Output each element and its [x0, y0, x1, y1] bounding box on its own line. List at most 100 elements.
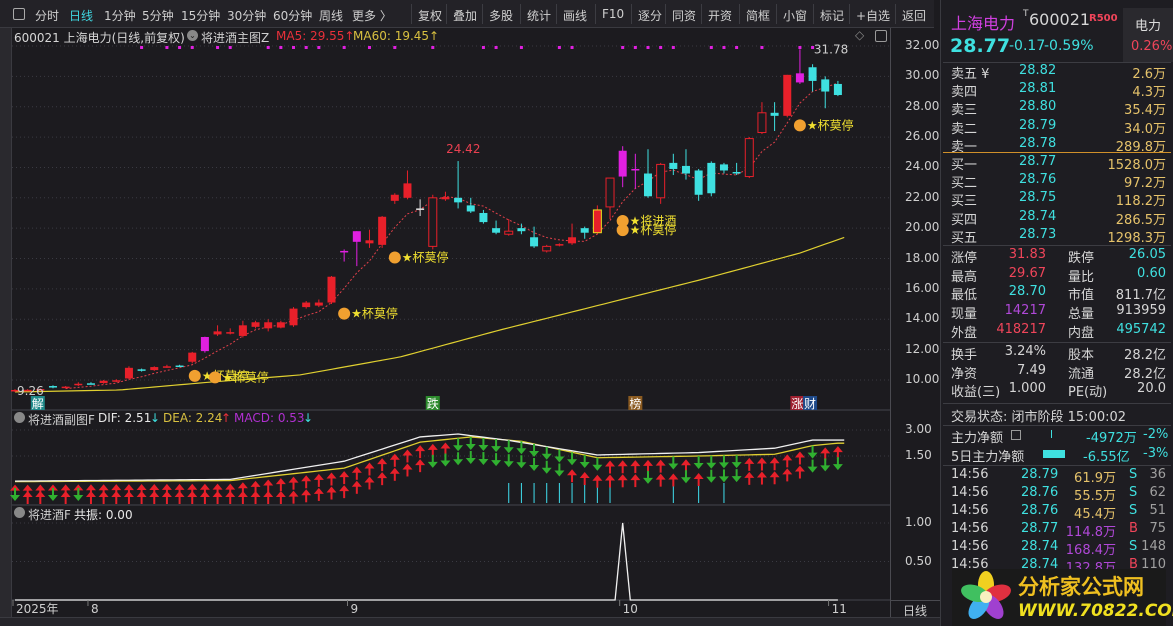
list-icon[interactable]	[1011, 430, 1021, 440]
candle	[112, 379, 121, 383]
orderbook-row[interactable]: 卖二 28.79 34.0万	[951, 118, 1166, 137]
down-arrow-icon	[706, 469, 717, 483]
candle-body	[808, 67, 817, 81]
arrow-head	[668, 463, 679, 470]
arrow-head	[731, 462, 742, 469]
up-arrow-icon	[288, 476, 299, 490]
arrow-head	[136, 484, 147, 491]
up-arrow-icon	[212, 491, 223, 504]
trade-row: 14:56 28.79 61.9万 S 36	[951, 467, 1166, 486]
candle-body	[555, 244, 564, 246]
arrow-head	[820, 447, 831, 454]
arrow-head	[111, 491, 122, 497]
arrow-head	[123, 491, 134, 497]
dea-line	[14, 436, 845, 483]
arrow-head	[85, 491, 96, 497]
dea-value: DEA: 2.24	[163, 411, 223, 425]
trade-side: B	[1129, 521, 1138, 536]
orderbook-row[interactable]: 卖四 28.81 4.3万	[951, 81, 1166, 100]
arrow-head	[516, 448, 527, 455]
arrow-head	[807, 466, 818, 473]
stat-value: 3.24%	[1004, 344, 1046, 359]
bottom-tabs-strip[interactable]	[0, 617, 940, 626]
up-arrow-icon	[782, 468, 793, 482]
level-volume: 1528.0万	[1107, 158, 1167, 173]
signal-dot	[659, 46, 663, 49]
candle	[783, 74, 792, 118]
arrow-head	[149, 491, 160, 497]
signal-dot	[140, 46, 144, 49]
date-label: 8	[91, 602, 99, 616]
money-bag-icon	[338, 307, 351, 320]
main-flow-value: -4972万	[1086, 431, 1137, 446]
candle-body	[770, 112, 779, 116]
toolbar-button[interactable]: 返回	[902, 7, 926, 24]
orderbook-row[interactable]: 买二 28.76 97.2万	[951, 172, 1166, 191]
up-arrow-icon	[744, 471, 755, 485]
arrow-head	[567, 469, 578, 476]
arrow-head	[149, 483, 160, 490]
down-arrow-icon	[693, 456, 704, 470]
up-arrow-icon	[301, 475, 312, 489]
candle	[517, 223, 526, 235]
candle-body	[517, 228, 526, 232]
orderbook-row[interactable]: 买三 28.75 118.2万	[951, 190, 1166, 210]
candle-body	[150, 367, 159, 371]
arrow-head	[541, 453, 552, 460]
resonance-dropdown-icon[interactable]	[14, 507, 25, 518]
level-label: 买五	[951, 230, 978, 246]
macd-dropdown-icon[interactable]	[14, 412, 25, 423]
stat-value: 26.05	[1128, 247, 1166, 262]
candle-body	[821, 79, 830, 92]
trade-time: 14:56	[951, 539, 989, 554]
up-arrow-icon	[617, 474, 628, 488]
price-change-pct: -0.59%	[1044, 38, 1094, 54]
candle	[314, 299, 323, 308]
up-arrow-icon	[402, 449, 413, 463]
down-arrow-icon	[718, 455, 729, 469]
sector-pct: 0.26%	[1131, 39, 1173, 54]
arrow-head	[718, 476, 729, 483]
orderbook-row[interactable]: 买四 28.74 286.5万	[951, 209, 1166, 228]
sector-box[interactable]: 电力 0.26%	[1123, 8, 1173, 62]
arrow-head	[832, 446, 843, 453]
level-volume: 2.6万	[1132, 67, 1166, 82]
arrow-head	[212, 483, 223, 490]
signal-dot	[317, 46, 321, 49]
arrow-head	[453, 459, 464, 466]
level-volume: 118.2万	[1115, 194, 1166, 210]
flow5-bar	[1043, 450, 1065, 458]
arrow-head	[465, 457, 476, 464]
resonance-indicator-name[interactable]: 将进酒F	[28, 506, 71, 523]
arrow-head	[250, 480, 261, 487]
candle	[162, 364, 171, 368]
arrow-head	[427, 443, 438, 450]
macd-indicator-name[interactable]: 将进酒副图F	[28, 411, 95, 428]
down-arrow-icon	[668, 456, 679, 470]
down-arrow-icon	[820, 458, 831, 472]
stat-label: 跌停	[1068, 251, 1095, 266]
arrow-head	[718, 462, 729, 469]
candle	[580, 226, 589, 239]
signal-label: ★杯莫停	[807, 117, 854, 132]
period-label[interactable]: 日线	[890, 600, 940, 618]
up-arrow-icon	[769, 471, 780, 485]
orderbook-row[interactable]: 买五 28.73 1298.3万	[951, 227, 1166, 246]
stat-value: 20.0	[1137, 381, 1166, 397]
trade-status: 交易状态: 闭市阶段 15:00:02	[951, 410, 1127, 425]
flow5-value: -6.55亿	[1083, 450, 1130, 465]
arrow-head	[756, 457, 767, 464]
candle-body	[213, 331, 222, 335]
stat-value: 913959	[1116, 303, 1166, 319]
stock-name: 上海电力	[951, 14, 1016, 33]
signal-label: ★杯莫停	[402, 249, 449, 264]
arrow-head	[668, 473, 679, 480]
kline-chart[interactable]: 24.4231.789.26★杯莫停★杯莫停★杯莫停★杯莫停★将进酒★杯莫停★杯…	[0, 0, 890, 617]
candle-body	[188, 352, 197, 362]
candle-body	[200, 337, 209, 352]
orderbook-row[interactable]: 买一 28.77 1528.0万	[951, 154, 1167, 173]
orderbook-row[interactable]: 卖三 28.80 35.4万	[951, 99, 1166, 118]
arrow-head	[263, 479, 274, 486]
orderbook-row[interactable]: 卖五 ¥ 28.82 2.6万	[951, 63, 1166, 82]
trade-side: S	[1129, 467, 1138, 482]
